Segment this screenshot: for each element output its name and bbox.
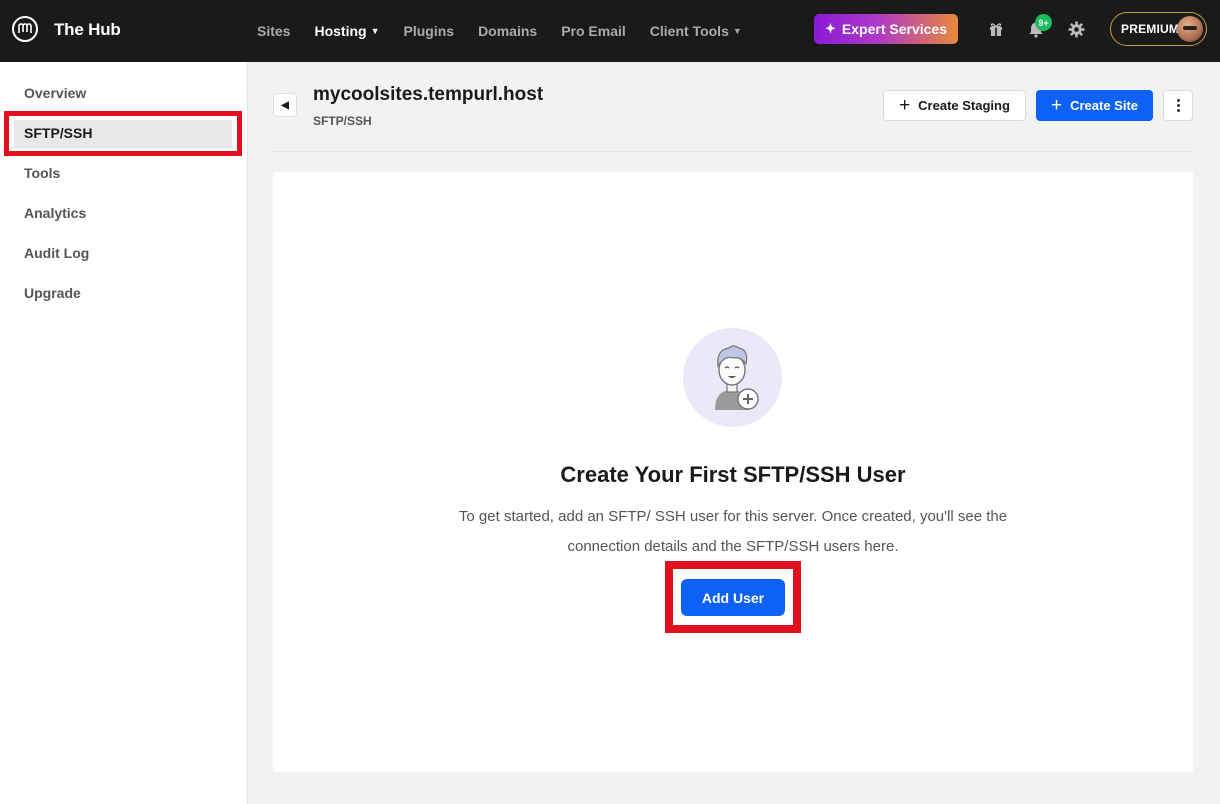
sidebar: Overview SFTP/SSH Tools Analytics Audit …: [0, 62, 248, 804]
more-options-button[interactable]: [1163, 90, 1193, 121]
nav-label: Sites: [257, 23, 291, 39]
expert-services-button[interactable]: ✦ Expert Services: [814, 14, 958, 44]
main-nav: Sites Hosting ▼ Plugins Domains Pro Email…: [257, 0, 766, 62]
avatar: [1177, 16, 1203, 42]
expert-services-label: Expert Services: [841, 21, 947, 37]
user-add-illustration-icon: [683, 328, 782, 427]
empty-state-title: Create Your First SFTP/SSH User: [560, 462, 906, 487]
sidebar-item-analytics[interactable]: Analytics: [24, 205, 86, 221]
plus-icon: +: [1050, 95, 1063, 116]
premium-account-button[interactable]: PREMIUM: [1110, 12, 1207, 46]
top-navigation-bar: The Hub Sites Hosting ▼ Plugins Domains P…: [0, 0, 1220, 62]
brand-name[interactable]: The Hub: [54, 20, 121, 40]
nav-item-sites[interactable]: Sites: [257, 23, 290, 39]
gift-icon[interactable]: [985, 18, 1007, 40]
nav-label: Plugins: [403, 23, 455, 39]
page-subtitle: SFTP/SSH: [313, 114, 372, 128]
hub-logo-mark: [18, 23, 32, 33]
kebab-dot: [1176, 104, 1180, 107]
create-site-button[interactable]: + Create Site: [1036, 90, 1153, 121]
nav-label: Client Tools: [649, 23, 729, 39]
create-site-label: Create Site: [1070, 98, 1139, 113]
chevron-left-icon: ◀: [281, 99, 289, 111]
nav-label: Pro Email: [561, 23, 626, 39]
empty-state-description: To get started, add an SFTP/ SSH user fo…: [458, 508, 1008, 555]
back-button[interactable]: ◀: [273, 93, 297, 117]
nav-item-pro-email[interactable]: Pro Email: [561, 23, 626, 39]
kebab-dot: [1176, 109, 1180, 112]
hub-logo-icon[interactable]: [12, 16, 38, 42]
sidebar-item-upgrade[interactable]: Upgrade: [24, 285, 81, 301]
magic-wand-icon: ✦: [825, 21, 836, 36]
nav-item-hosting[interactable]: Hosting ▼: [314, 23, 379, 39]
user-add-glyph: [715, 345, 759, 410]
nav-label: Hosting: [314, 23, 367, 39]
chevron-down-icon: ▼: [370, 26, 380, 36]
sidebar-item-audit-log[interactable]: Audit Log: [24, 245, 89, 261]
plan-label: PREMIUM: [1121, 22, 1180, 36]
highlight-box-add-user: [665, 561, 801, 633]
sidebar-item-overview[interactable]: Overview: [24, 85, 86, 101]
highlight-box-sftp-ssh: [4, 111, 242, 156]
chevron-down-icon: ▼: [732, 26, 742, 36]
create-staging-button[interactable]: + Create Staging: [883, 90, 1026, 121]
gear-icon[interactable]: [1065, 18, 1087, 40]
create-staging-label: Create Staging: [918, 98, 1010, 113]
plus-icon: +: [899, 95, 911, 116]
gear-glyph: [1068, 21, 1084, 37]
kebab-dot: [1176, 99, 1180, 102]
notification-count-badge: 9+: [1035, 14, 1052, 31]
header-divider: [273, 151, 1193, 152]
nav-item-domains[interactable]: Domains: [478, 23, 537, 39]
gift-glyph: [990, 23, 1002, 36]
sidebar-item-tools[interactable]: Tools: [24, 165, 60, 181]
nav-item-client-tools[interactable]: Client Tools ▼: [650, 23, 742, 39]
nav-item-plugins[interactable]: Plugins: [404, 23, 455, 39]
page-title: mycoolsites.tempurl.host: [313, 84, 544, 105]
nav-label: Domains: [478, 23, 538, 39]
